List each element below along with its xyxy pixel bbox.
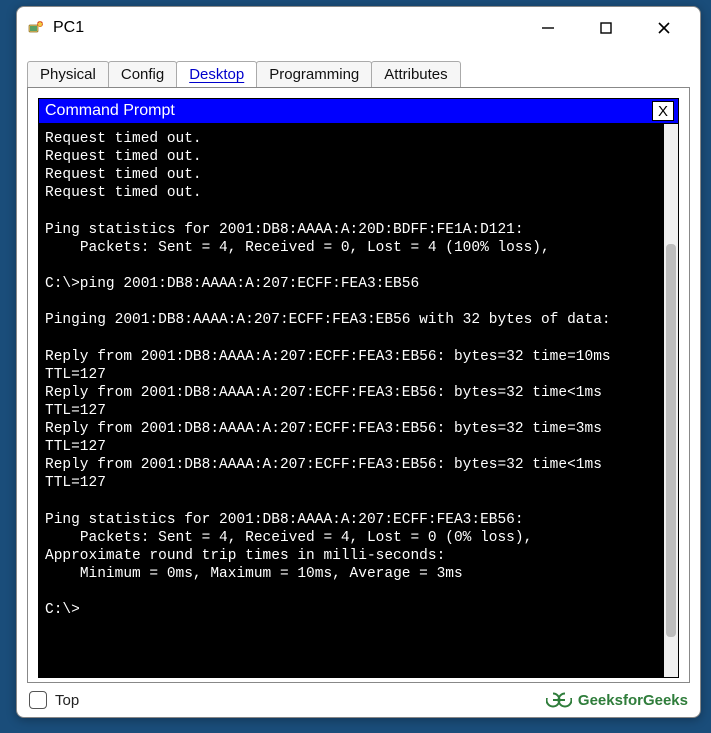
command-prompt-titlebar: Command Prompt X: [38, 98, 679, 124]
command-prompt-close-button[interactable]: X: [652, 101, 674, 121]
titlebar: PC1: [17, 7, 700, 49]
app-icon: [27, 19, 45, 37]
watermark-icon: [546, 691, 572, 709]
command-prompt-title: Command Prompt: [45, 102, 175, 120]
watermark: GeeksforGeeks: [546, 691, 688, 709]
tab-config[interactable]: Config: [108, 61, 177, 87]
top-label: Top: [55, 692, 79, 709]
bottom-bar: Top GeeksforGeeks: [17, 683, 700, 717]
maximize-button[interactable]: [588, 13, 624, 43]
scrollbar-thumb[interactable]: [666, 244, 676, 637]
tab-programming[interactable]: Programming: [256, 61, 372, 87]
tab-physical[interactable]: Physical: [27, 61, 109, 87]
always-on-top: Top: [29, 691, 79, 709]
watermark-text: GeeksforGeeks: [578, 692, 688, 709]
console-output[interactable]: Request timed out. Request timed out. Re…: [39, 124, 664, 677]
tab-bar: Physical Config Desktop Programming Attr…: [17, 49, 700, 87]
app-window: PC1 Physical Config Desktop Programming …: [16, 6, 701, 718]
close-button[interactable]: [646, 13, 682, 43]
console-scrollbar[interactable]: [664, 124, 678, 677]
window-controls: [530, 13, 690, 43]
top-checkbox[interactable]: [29, 691, 47, 709]
tab-desktop[interactable]: Desktop: [176, 61, 257, 87]
window-title: PC1: [53, 19, 530, 37]
console-wrap: Request timed out. Request timed out. Re…: [38, 124, 679, 678]
minimize-button[interactable]: [530, 13, 566, 43]
tab-attributes[interactable]: Attributes: [371, 61, 460, 87]
content-frame: Command Prompt X Request timed out. Requ…: [27, 87, 690, 683]
